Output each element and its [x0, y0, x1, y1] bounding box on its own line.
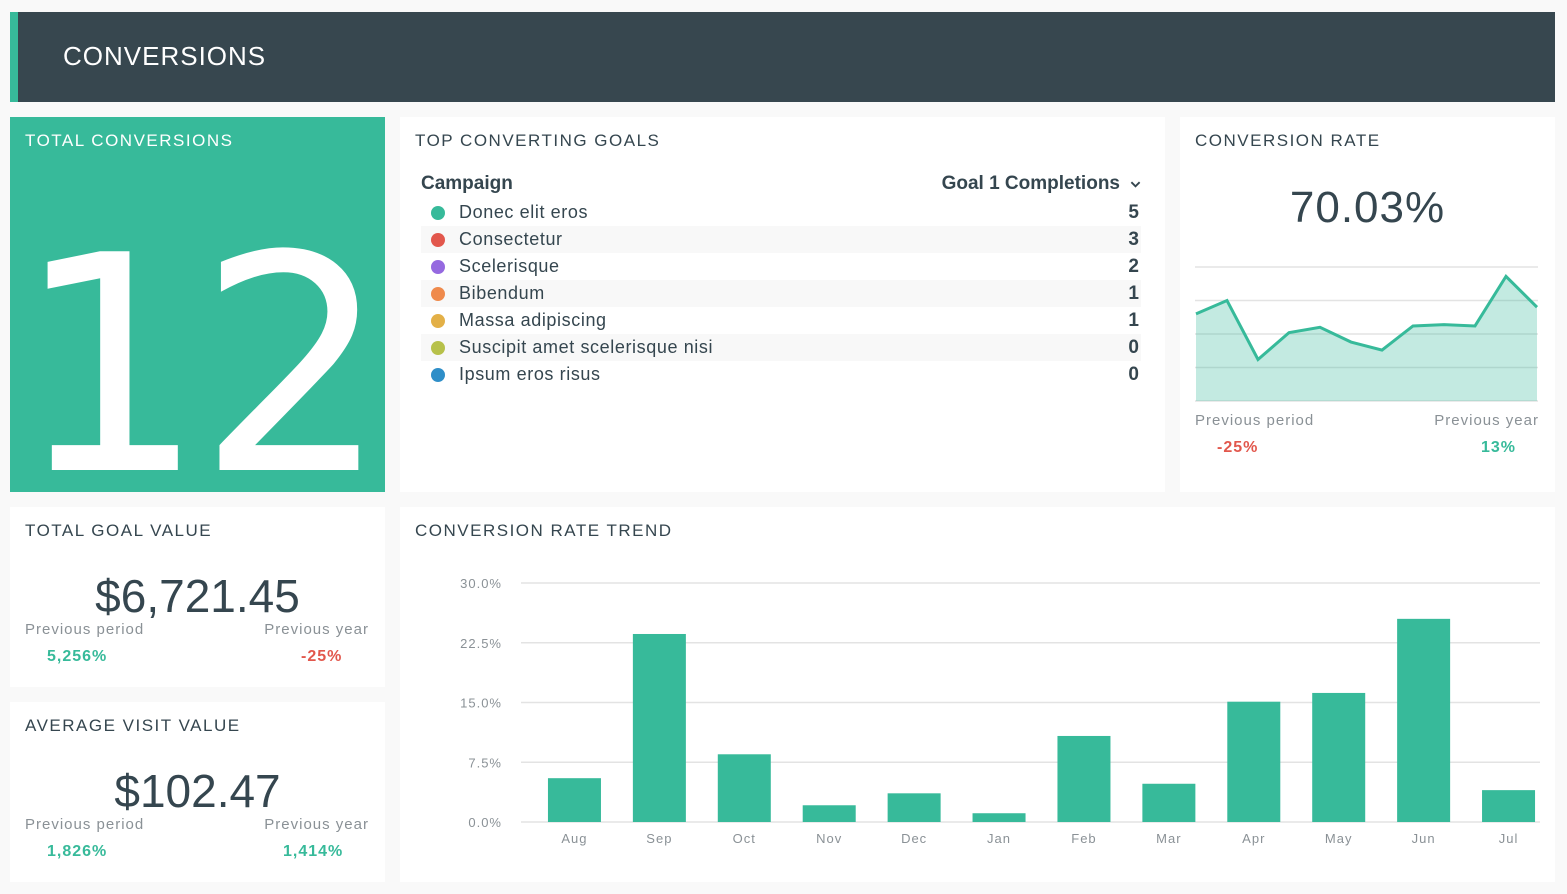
previous-period-label: Previous period: [25, 816, 145, 833]
goal-name: Massa adipiscing: [459, 310, 607, 330]
conversion-rate-value: 70.03%: [1289, 183, 1446, 232]
goal-row[interactable]: Donec elit eros 5: [421, 199, 1141, 226]
goals-table: Campaign Goal 1 Completions Donec elit e…: [421, 169, 1141, 388]
bar-aug[interactable]: [547, 778, 601, 822]
goal-name: Suscipit amet scelerisque nisi: [459, 337, 714, 357]
total-goal-value: $6,721.45: [95, 570, 300, 622]
goal-completions-value: 0: [1128, 336, 1139, 358]
goal-completions-value: 5: [1128, 201, 1139, 223]
x-tick-label: Sep: [646, 831, 672, 846]
legend-dot-icon: [431, 313, 445, 328]
bar-jul[interactable]: [1482, 790, 1536, 822]
goal-completions-value: 1: [1128, 282, 1139, 304]
y-tick-label: 7.5%: [468, 755, 502, 770]
legend-dot-icon: [431, 232, 445, 247]
x-tick-label: Aug: [561, 831, 587, 846]
column-header-campaign[interactable]: Campaign: [421, 173, 513, 195]
x-tick-label: Oct: [733, 831, 756, 846]
legend-dot-icon: [431, 259, 445, 274]
average-visit-value-card: AVERAGE VISIT VALUE $102.47 Previous per…: [10, 702, 385, 882]
goal-name: Donec elit eros: [459, 202, 589, 222]
goal-name: Scelerisque: [459, 256, 560, 276]
total-conversions-title: TOTAL CONVERSIONS: [25, 131, 234, 150]
total-goal-value-title: TOTAL GOAL VALUE: [25, 521, 213, 540]
goal-name: Consectetur: [459, 229, 563, 249]
goal-name: Ipsum eros risus: [459, 364, 601, 384]
x-tick-label: May: [1325, 831, 1353, 846]
y-tick-label: 0.0%: [468, 815, 502, 830]
previous-period-label: Previous period: [1195, 412, 1315, 429]
top-goals-title: TOP CONVERTING GOALS: [415, 131, 661, 150]
x-tick-label: Mar: [1156, 831, 1181, 846]
previous-period-value: 5,256%: [47, 648, 108, 665]
average-visit-value-title: AVERAGE VISIT VALUE: [25, 716, 241, 735]
average-visit-value: $102.47: [114, 765, 281, 817]
x-tick-label: Jan: [987, 831, 1011, 846]
y-tick-label: 30.0%: [460, 576, 502, 591]
goal-completions-value: 0: [1128, 363, 1139, 385]
x-tick-label: Apr: [1242, 831, 1265, 846]
x-tick-label: Jul: [1499, 831, 1519, 846]
legend-dot-icon: [431, 286, 445, 301]
previous-year-value: 13%: [1481, 439, 1517, 456]
conversion-rate-card: CONVERSION RATE 70.03% Previous period -…: [1180, 117, 1555, 492]
previous-year-value: 1,414%: [283, 843, 344, 860]
previous-period-value: 1,826%: [47, 843, 108, 860]
goal-row[interactable]: Massa adipiscing 1: [421, 307, 1141, 334]
bar-oct[interactable]: [717, 754, 771, 822]
dashboard-header: CONVERSIONS: [10, 12, 1555, 102]
total-goal-value-card: TOTAL GOAL VALUE $6,721.45 Previous peri…: [10, 507, 385, 687]
goal-completions-value: 3: [1128, 228, 1139, 250]
goal-row[interactable]: Bibendum 1: [421, 280, 1141, 307]
bar-may[interactable]: [1312, 692, 1366, 822]
bar-apr[interactable]: [1227, 701, 1281, 822]
goals-table-body: Donec elit eros 5 Consectetur 3 Scelerisque 2…: [421, 199, 1141, 388]
x-tick-label: Jun: [1412, 831, 1436, 846]
x-tick-label: Nov: [816, 831, 842, 846]
conversion-rate-sparkline: [1195, 266, 1539, 402]
column-header-goal-completions[interactable]: Goal 1 Completions: [942, 173, 1141, 195]
goal-completions-value: 1: [1128, 309, 1139, 331]
previous-year-label: Previous year: [264, 816, 369, 833]
bar-jun[interactable]: [1397, 618, 1451, 822]
goal-row[interactable]: Scelerisque 2: [421, 253, 1141, 280]
legend-dot-icon: [431, 367, 445, 382]
goal-completions-value: 2: [1128, 255, 1139, 277]
conversion-rate-title: CONVERSION RATE: [1195, 131, 1381, 150]
bar-nov[interactable]: [802, 805, 856, 822]
x-tick-label: Dec: [901, 831, 927, 846]
goal-row[interactable]: Consectetur 3: [421, 226, 1141, 253]
goal-completions-label: Goal 1 Completions: [941, 173, 1120, 194]
bar-jan[interactable]: [972, 813, 1026, 822]
previous-period-label: Previous period: [25, 621, 145, 638]
goal-name: Bibendum: [459, 283, 545, 303]
x-tick-label: Feb: [1071, 831, 1096, 846]
bar-mar[interactable]: [1142, 783, 1196, 822]
legend-dot-icon: [431, 205, 445, 220]
goal-row[interactable]: Ipsum eros risus 0: [421, 361, 1141, 388]
total-conversions-value: 12: [14, 192, 389, 541]
chevron-down-icon[interactable]: [1130, 179, 1141, 190]
previous-period-value: -25%: [1217, 439, 1259, 456]
y-tick-label: 22.5%: [460, 636, 502, 651]
y-tick-label: 15.0%: [460, 696, 502, 711]
goals-table-header: Campaign Goal 1 Completions: [421, 169, 1141, 199]
total-conversions-card: TOTAL CONVERSIONS 12: [10, 117, 389, 541]
dashboard-title: CONVERSIONS: [63, 41, 267, 71]
conversion-rate-trend-card: CONVERSION RATE TREND 0.0% 7.5% 15.0% 22.5%…: [400, 507, 1555, 882]
top-converting-goals-card: TOP CONVERTING GOALS Campaign Goal 1 Com…: [400, 117, 1165, 492]
previous-year-label: Previous year: [1434, 412, 1539, 429]
legend-dot-icon: [431, 340, 445, 355]
previous-year-label: Previous year: [264, 621, 369, 638]
previous-year-value: -25%: [301, 648, 343, 665]
goal-row[interactable]: Suscipit amet scelerisque nisi 0: [421, 334, 1141, 361]
bar-sep[interactable]: [632, 633, 686, 822]
conversion-rate-trend-chart: 0.0% 7.5% 15.0% 22.5% 30.0% Aug Sep Oct Nov Dec Ja…: [460, 576, 1540, 846]
bar-dec[interactable]: [887, 793, 941, 822]
bar-feb[interactable]: [1057, 735, 1111, 822]
